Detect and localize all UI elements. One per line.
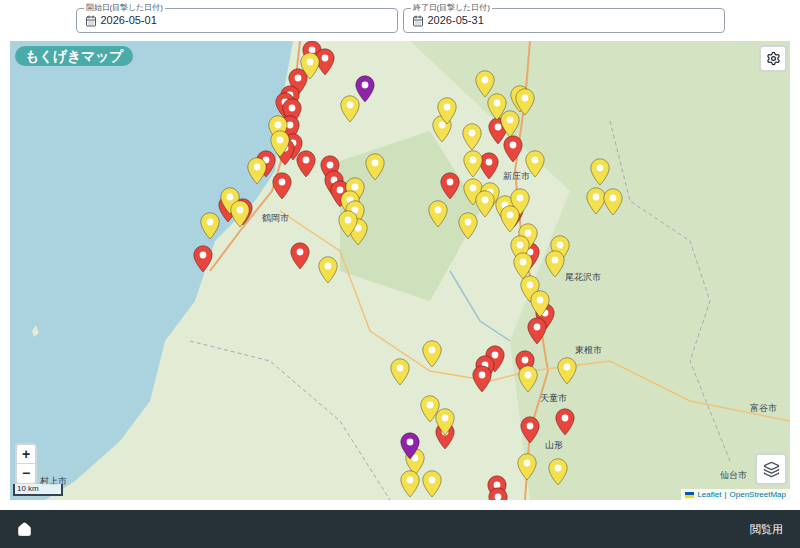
layers-button[interactable]: [755, 453, 787, 485]
date-field[interactable]: 開始日(目撃した日付)2026-05-01: [76, 8, 398, 33]
map-pin-icon[interactable]: [338, 210, 358, 238]
map-pin-icon[interactable]: [340, 95, 360, 123]
place-label: 新庄市: [503, 171, 530, 182]
scale-bar: 10 km: [13, 484, 63, 496]
map-pin-icon[interactable]: [400, 470, 420, 498]
map-pin-icon[interactable]: [365, 153, 385, 181]
map-pin-icon[interactable]: [437, 97, 457, 125]
layers-icon: [763, 461, 780, 478]
place-label: 山形: [545, 440, 563, 451]
date-value: 2026-05-31: [428, 12, 484, 29]
map-pin-icon[interactable]: [422, 340, 442, 368]
attribution: Leaflet| OpenStreetMap: [681, 489, 790, 500]
map-pin-icon[interactable]: [475, 190, 495, 218]
map-pin-icon[interactable]: [527, 317, 547, 345]
map-pin-icon[interactable]: [500, 205, 520, 233]
gear-icon: [766, 51, 781, 66]
attribution-link[interactable]: Leaflet: [697, 489, 721, 500]
map-pin-icon[interactable]: [272, 172, 292, 200]
map-pin-icon[interactable]: [300, 52, 320, 80]
map-pin-icon[interactable]: [296, 150, 316, 178]
attribution-separator: |: [724, 489, 726, 500]
map-pin-icon[interactable]: [428, 200, 448, 228]
map-pin-icon[interactable]: [586, 187, 606, 215]
date-field-label: 開始日(目撃した日付): [84, 2, 165, 14]
place-label: 鶴岡市: [262, 213, 289, 224]
home-button[interactable]: [17, 522, 32, 537]
map-bottom-gap: [0, 500, 800, 510]
zoom-out-button[interactable]: −: [17, 464, 35, 483]
mode-label: 閲覧用: [750, 521, 783, 538]
date-field-label: 終了日(目撃した日付): [411, 2, 492, 14]
place-label: 東根市: [575, 345, 602, 356]
zoom-control: +−: [15, 443, 37, 485]
map-pin-icon[interactable]: [555, 408, 575, 436]
map-pin-icon[interactable]: [270, 130, 290, 158]
home-icon: [17, 522, 32, 537]
map[interactable]: 鶴岡市新庄市尾花沢市東根市天童市山形村上市仙台市富谷市もくげきマップ+−10 k…: [10, 41, 790, 500]
place-label: 富谷市: [750, 403, 777, 414]
map-pin-icon[interactable]: [503, 135, 523, 163]
map-pin-icon[interactable]: [230, 200, 250, 228]
date-value: 2026-05-01: [101, 12, 157, 29]
map-pin-icon[interactable]: [440, 172, 460, 200]
map-tiles: [10, 41, 790, 500]
map-pin-icon[interactable]: [515, 88, 535, 116]
map-pin-icon[interactable]: [200, 212, 220, 240]
settings-button[interactable]: [759, 45, 787, 72]
map-pin-icon[interactable]: [590, 158, 610, 186]
map-title-badge: もくげきマップ: [15, 46, 133, 66]
place-label: 天童市: [540, 393, 567, 404]
map-pin-icon[interactable]: [422, 470, 442, 498]
map-pin-icon[interactable]: [463, 150, 483, 178]
calendar-icon: [412, 15, 424, 27]
attribution-link[interactable]: OpenStreetMap: [730, 489, 786, 500]
map-pin-icon[interactable]: [475, 70, 495, 98]
map-pin-icon[interactable]: [390, 358, 410, 386]
calendar-icon: [85, 15, 97, 27]
zoom-in-button[interactable]: +: [17, 445, 35, 464]
map-pin-icon[interactable]: [557, 357, 577, 385]
ukraine-flag-icon: [685, 492, 694, 498]
date-field[interactable]: 終了日(目撃した日付)2026-05-31: [403, 8, 725, 33]
map-pin-icon[interactable]: [488, 487, 508, 500]
map-pin-icon[interactable]: [548, 458, 568, 486]
map-pin-icon[interactable]: [479, 152, 499, 180]
app: 開始日(目撃した日付)2026-05-01終了日(目撃した日付)2026-05-…: [0, 0, 800, 548]
map-pin-icon[interactable]: [545, 250, 565, 278]
map-pin-icon[interactable]: [500, 110, 520, 138]
map-pin-icon[interactable]: [603, 188, 623, 216]
map-pin-icon[interactable]: [520, 416, 540, 444]
map-pin-icon[interactable]: [355, 75, 375, 103]
map-pin-icon[interactable]: [525, 150, 545, 178]
map-pin-icon[interactable]: [462, 123, 482, 151]
map-pin-icon[interactable]: [530, 290, 550, 318]
map-pin-icon[interactable]: [517, 453, 537, 481]
map-pin-icon[interactable]: [458, 212, 478, 240]
place-label: 尾花沢市: [565, 272, 601, 283]
date-filter-bar: 開始日(目撃した日付)2026-05-01終了日(目撃した日付)2026-05-…: [0, 0, 800, 41]
map-pin-icon[interactable]: [518, 365, 538, 393]
map-pin-icon[interactable]: [290, 242, 310, 270]
map-pin-icon[interactable]: [472, 365, 492, 393]
map-pin-icon[interactable]: [247, 157, 267, 185]
map-pin-icon[interactable]: [400, 432, 420, 460]
bottom-bar: 閲覧用: [0, 510, 800, 548]
place-label: 仙台市: [720, 470, 747, 481]
map-pin-icon[interactable]: [318, 256, 338, 284]
map-pin-icon[interactable]: [435, 408, 455, 436]
map-pin-icon[interactable]: [193, 245, 213, 273]
